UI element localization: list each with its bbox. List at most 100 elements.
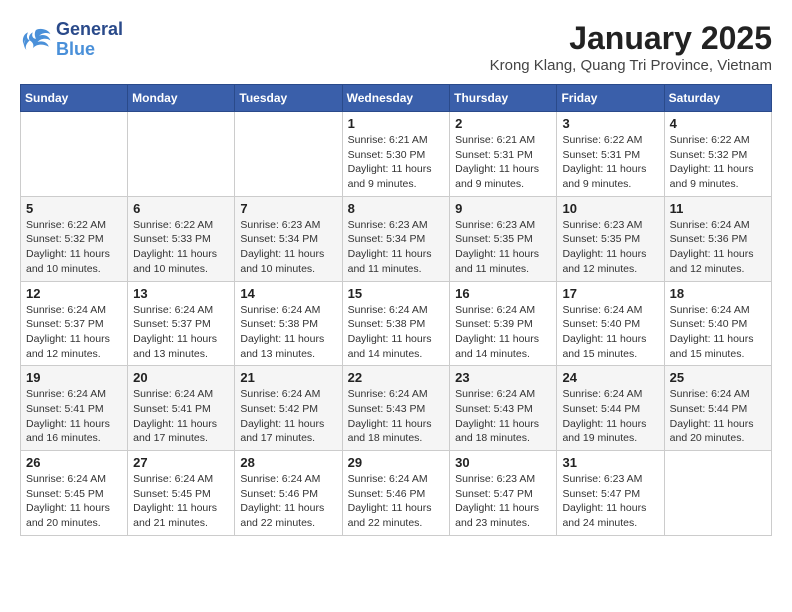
calendar-header-friday: Friday — [557, 85, 664, 112]
day-info: Sunrise: 6:24 AM Sunset: 5:36 PM Dayligh… — [670, 218, 766, 277]
day-number: 12 — [26, 286, 122, 301]
day-info: Sunrise: 6:23 AM Sunset: 5:34 PM Dayligh… — [348, 218, 445, 277]
calendar-table: SundayMondayTuesdayWednesdayThursdayFrid… — [20, 84, 772, 536]
calendar-cell: 1Sunrise: 6:21 AM Sunset: 5:30 PM Daylig… — [342, 112, 450, 197]
calendar-cell: 5 Sunrise: 6:22 AM Sunset: 5:32 PM Daylig… — [21, 196, 128, 281]
day-info: Sunrise: 6:23 AM Sunset: 5:47 PM Dayligh… — [455, 472, 551, 531]
calendar-header-row: SundayMondayTuesdayWednesdayThursdayFrid… — [21, 85, 772, 112]
calendar-cell — [235, 112, 342, 197]
day-number: 5 — [26, 201, 122, 216]
calendar-cell: 22 Sunrise: 6:24 AM Sunset: 5:43 PM Dayli… — [342, 366, 450, 451]
page-header: General Blue January 2025 Krong Klang, Q… — [20, 20, 772, 74]
day-number: 19 — [26, 370, 122, 385]
calendar-cell: 11 Sunrise: 6:24 AM Sunset: 5:36 PM Dayli… — [664, 196, 771, 281]
day-info: Sunrise: 6:24 AM Sunset: 5:38 PM Dayligh… — [348, 303, 445, 362]
calendar-week-row: 1Sunrise: 6:21 AM Sunset: 5:30 PM Daylig… — [21, 112, 772, 197]
day-info: Sunrise: 6:21 AM Sunset: 5:30 PM Dayligh… — [348, 133, 445, 192]
day-info: Sunrise: 6:21 AM Sunset: 5:31 PM Dayligh… — [455, 133, 551, 192]
calendar-cell: 2 Sunrise: 6:21 AM Sunset: 5:31 PM Daylig… — [450, 112, 557, 197]
calendar-cell: 31 Sunrise: 6:23 AM Sunset: 5:47 PM Dayli… — [557, 451, 664, 536]
logo: General Blue — [20, 20, 123, 60]
calendar-header-sunday: Sunday — [21, 85, 128, 112]
day-info: Sunrise: 6:24 AM Sunset: 5:37 PM Dayligh… — [26, 303, 122, 362]
calendar-cell — [21, 112, 128, 197]
day-info: Sunrise: 6:24 AM Sunset: 5:41 PM Dayligh… — [26, 387, 122, 446]
calendar-cell: 7 Sunrise: 6:23 AM Sunset: 5:34 PM Daylig… — [235, 196, 342, 281]
day-number: 20 — [133, 370, 229, 385]
calendar-cell: 29Sunrise: 6:24 AM Sunset: 5:46 PM Dayli… — [342, 451, 450, 536]
day-number: 11 — [670, 201, 766, 216]
day-number: 15 — [348, 286, 445, 301]
calendar-cell — [128, 112, 235, 197]
day-info: Sunrise: 6:23 AM Sunset: 5:47 PM Dayligh… — [562, 472, 658, 531]
calendar-cell: 3Sunrise: 6:22 AM Sunset: 5:31 PM Daylig… — [557, 112, 664, 197]
day-info: Sunrise: 6:23 AM Sunset: 5:34 PM Dayligh… — [240, 218, 336, 277]
day-number: 21 — [240, 370, 336, 385]
calendar-cell: 12 Sunrise: 6:24 AM Sunset: 5:37 PM Dayli… — [21, 281, 128, 366]
day-info: Sunrise: 6:24 AM Sunset: 5:40 PM Dayligh… — [670, 303, 766, 362]
day-info: Sunrise: 6:23 AM Sunset: 5:35 PM Dayligh… — [455, 218, 551, 277]
day-number: 9 — [455, 201, 551, 216]
calendar-cell: 30 Sunrise: 6:23 AM Sunset: 5:47 PM Dayli… — [450, 451, 557, 536]
logo-text: General Blue — [56, 20, 123, 60]
day-number: 30 — [455, 455, 551, 470]
day-number: 17 — [562, 286, 658, 301]
day-number: 6 — [133, 201, 229, 216]
calendar-week-row: 19 Sunrise: 6:24 AM Sunset: 5:41 PM Dayli… — [21, 366, 772, 451]
day-number: 23 — [455, 370, 551, 385]
day-number: 22 — [348, 370, 445, 385]
day-number: 3 — [562, 116, 658, 131]
day-number: 13 — [133, 286, 229, 301]
day-info: Sunrise: 6:24 AM Sunset: 5:45 PM Dayligh… — [26, 472, 122, 531]
day-number: 2 — [455, 116, 551, 131]
calendar-cell: 18Sunrise: 6:24 AM Sunset: 5:40 PM Dayli… — [664, 281, 771, 366]
day-info: Sunrise: 6:24 AM Sunset: 5:39 PM Dayligh… — [455, 303, 551, 362]
calendar-cell: 27Sunrise: 6:24 AM Sunset: 5:45 PM Dayli… — [128, 451, 235, 536]
day-number: 7 — [240, 201, 336, 216]
day-info: Sunrise: 6:24 AM Sunset: 5:43 PM Dayligh… — [455, 387, 551, 446]
day-number: 16 — [455, 286, 551, 301]
calendar-cell: 4 Sunrise: 6:22 AM Sunset: 5:32 PM Daylig… — [664, 112, 771, 197]
title-block: January 2025 Krong Klang, Quang Tri Prov… — [490, 20, 772, 74]
calendar-header-tuesday: Tuesday — [235, 85, 342, 112]
calendar-cell: 15 Sunrise: 6:24 AM Sunset: 5:38 PM Dayli… — [342, 281, 450, 366]
calendar-cell: 10Sunrise: 6:23 AM Sunset: 5:35 PM Dayli… — [557, 196, 664, 281]
calendar-header-thursday: Thursday — [450, 85, 557, 112]
month-title: January 2025 — [490, 20, 772, 57]
calendar-cell: 6 Sunrise: 6:22 AM Sunset: 5:33 PM Daylig… — [128, 196, 235, 281]
day-info: Sunrise: 6:24 AM Sunset: 5:44 PM Dayligh… — [562, 387, 658, 446]
day-info: Sunrise: 6:22 AM Sunset: 5:33 PM Dayligh… — [133, 218, 229, 277]
calendar-cell: 17 Sunrise: 6:24 AM Sunset: 5:40 PM Dayli… — [557, 281, 664, 366]
calendar-cell: 21Sunrise: 6:24 AM Sunset: 5:42 PM Dayli… — [235, 366, 342, 451]
calendar-cell: 28 Sunrise: 6:24 AM Sunset: 5:46 PM Dayli… — [235, 451, 342, 536]
calendar-cell — [664, 451, 771, 536]
day-number: 29 — [348, 455, 445, 470]
calendar-cell: 9 Sunrise: 6:23 AM Sunset: 5:35 PM Daylig… — [450, 196, 557, 281]
day-number: 31 — [562, 455, 658, 470]
day-info: Sunrise: 6:24 AM Sunset: 5:41 PM Dayligh… — [133, 387, 229, 446]
day-number: 14 — [240, 286, 336, 301]
logo-bird-icon — [20, 26, 52, 54]
day-info: Sunrise: 6:22 AM Sunset: 5:32 PM Dayligh… — [26, 218, 122, 277]
calendar-cell: 8Sunrise: 6:23 AM Sunset: 5:34 PM Daylig… — [342, 196, 450, 281]
calendar-week-row: 26 Sunrise: 6:24 AM Sunset: 5:45 PM Dayli… — [21, 451, 772, 536]
day-number: 10 — [562, 201, 658, 216]
day-info: Sunrise: 6:24 AM Sunset: 5:38 PM Dayligh… — [240, 303, 336, 362]
calendar-header-wednesday: Wednesday — [342, 85, 450, 112]
day-number: 24 — [562, 370, 658, 385]
day-info: Sunrise: 6:24 AM Sunset: 5:43 PM Dayligh… — [348, 387, 445, 446]
calendar-cell: 16 Sunrise: 6:24 AM Sunset: 5:39 PM Dayli… — [450, 281, 557, 366]
calendar-cell: 25Sunrise: 6:24 AM Sunset: 5:44 PM Dayli… — [664, 366, 771, 451]
day-info: Sunrise: 6:24 AM Sunset: 5:46 PM Dayligh… — [240, 472, 336, 531]
calendar-cell: 20 Sunrise: 6:24 AM Sunset: 5:41 PM Dayli… — [128, 366, 235, 451]
day-number: 4 — [670, 116, 766, 131]
day-number: 28 — [240, 455, 336, 470]
day-info: Sunrise: 6:22 AM Sunset: 5:32 PM Dayligh… — [670, 133, 766, 192]
day-number: 26 — [26, 455, 122, 470]
day-info: Sunrise: 6:24 AM Sunset: 5:40 PM Dayligh… — [562, 303, 658, 362]
calendar-week-row: 5 Sunrise: 6:22 AM Sunset: 5:32 PM Daylig… — [21, 196, 772, 281]
day-info: Sunrise: 6:24 AM Sunset: 5:45 PM Dayligh… — [133, 472, 229, 531]
calendar-cell: 19 Sunrise: 6:24 AM Sunset: 5:41 PM Dayli… — [21, 366, 128, 451]
calendar-cell: 24 Sunrise: 6:24 AM Sunset: 5:44 PM Dayli… — [557, 366, 664, 451]
calendar-cell: 14 Sunrise: 6:24 AM Sunset: 5:38 PM Dayli… — [235, 281, 342, 366]
